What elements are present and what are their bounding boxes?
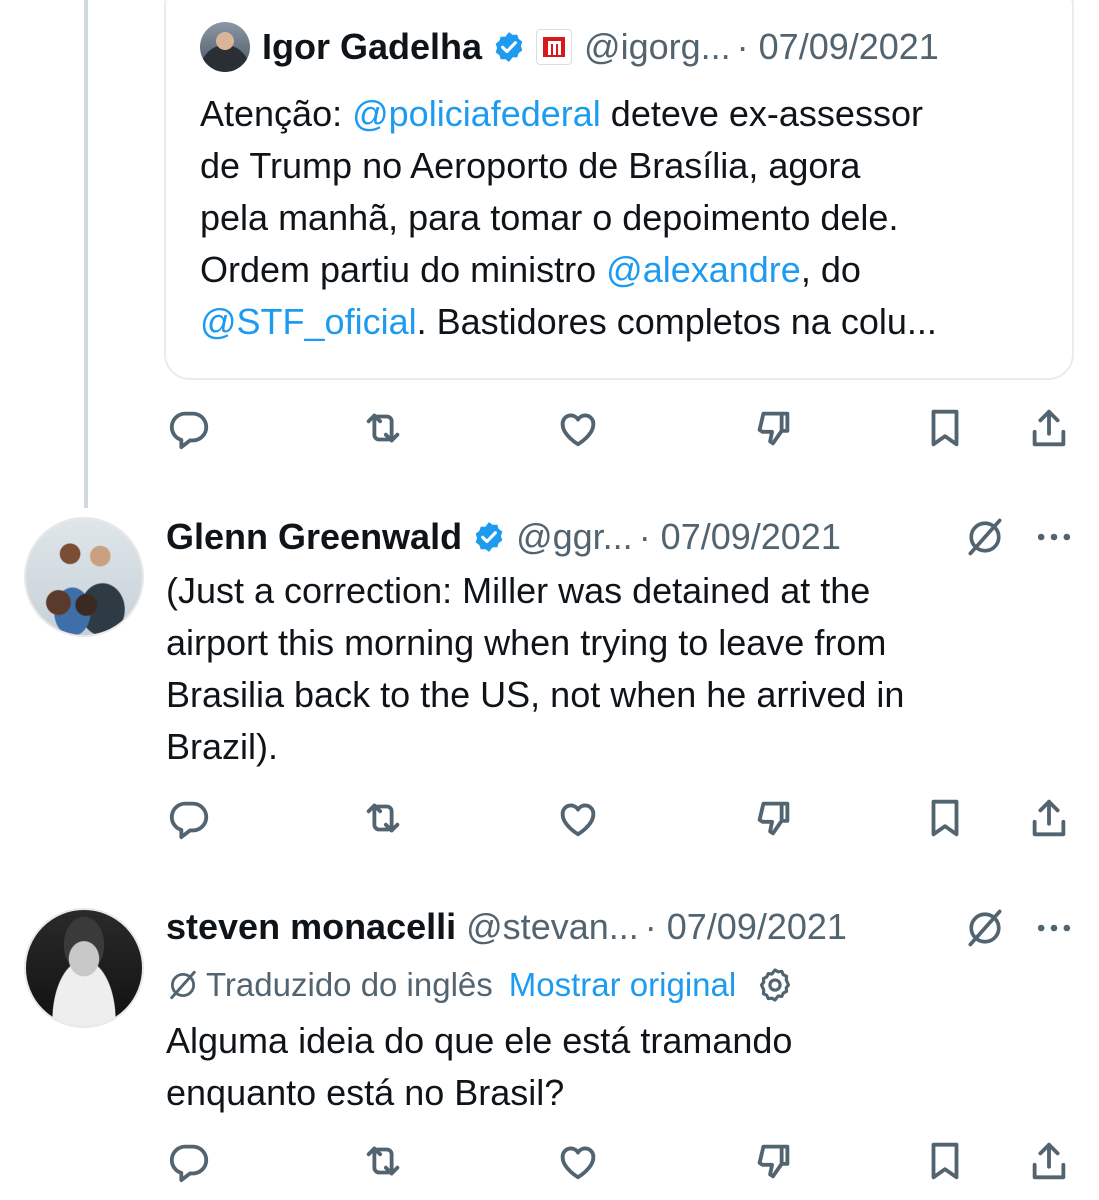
dislike-button[interactable] (750, 405, 796, 451)
share-icon (1032, 799, 1066, 837)
tweet-text-segment: de Trump no Aeroporto de Brasília, agora (200, 145, 861, 186)
retweet-button[interactable] (360, 1138, 406, 1184)
retweet-icon (366, 803, 400, 833)
retweet-button[interactable] (360, 405, 406, 451)
share-icon (1032, 409, 1066, 447)
tweet-text-line: (Just a correction: Miller was detained … (166, 570, 871, 611)
quoted-author-handle[interactable]: @igorg... (584, 26, 731, 68)
reply-icon (169, 1144, 209, 1183)
verified-badge-icon (495, 32, 523, 62)
tweet-text-segment: Ordem partiu do ministro (200, 249, 607, 290)
translation-bar: Traduzido do inglês Mostrar original (166, 960, 794, 1010)
reply-icon (169, 801, 209, 840)
quoted-tweet-header: Igor Gadelha @igorg... · 07/09/2021 (200, 22, 939, 72)
bookmark-button[interactable] (922, 405, 968, 451)
reply-button[interactable] (166, 1138, 212, 1184)
gear-icon[interactable] (756, 966, 794, 1004)
author-handle[interactable]: @ggr... (516, 516, 633, 558)
tweet-text-line: Brasilia back to the US, not when he arr… (166, 674, 905, 715)
mention-link[interactable]: @STF_oficial (200, 301, 417, 342)
like-icon (560, 1146, 596, 1180)
quoted-tweet-line: Ordem partiu do ministro @alexandre, do (200, 244, 1060, 296)
quoted-author-name[interactable]: Igor Gadelha (262, 26, 482, 68)
share-button[interactable] (1026, 405, 1072, 451)
tweet-text: Alguma ideia do que ele está tramando en… (166, 1015, 1046, 1119)
share-icon (1032, 1142, 1066, 1180)
tweet-header: steven monacelli @stevan... · 07/09/2021 (166, 902, 847, 952)
tweet-text-segment: deteve ex-assessor (600, 93, 923, 134)
retweet-icon (366, 1146, 400, 1176)
author-name[interactable]: steven monacelli (166, 906, 456, 948)
author-name[interactable]: Glenn Greenwald (166, 516, 462, 558)
quoted-tweet-line: @STF_oficial. Bastidores completos na co… (200, 296, 1060, 348)
quoted-tweet-line: pela manhã, para tomar o depoimento dele… (200, 192, 1060, 244)
tweet-date[interactable]: · 07/09/2021 (639, 516, 841, 558)
author-handle[interactable]: @stevan... (466, 906, 639, 948)
quoted-tweet-line: Atenção: @policiafederal deteve ex-asses… (200, 88, 1060, 140)
tweet-date[interactable]: · 07/09/2021 (645, 906, 847, 948)
verified-badge-icon (475, 522, 503, 552)
tweet-actions (0, 1138, 1099, 1188)
quoted-tweet-date[interactable]: · 07/09/2021 (737, 26, 939, 68)
reply-icon (169, 411, 209, 450)
share-button[interactable] (1026, 795, 1072, 841)
like-button[interactable] (555, 1138, 601, 1184)
reply-button[interactable] (166, 795, 212, 841)
mention-link[interactable]: @alexandre (606, 249, 801, 290)
quoted-tweet-text: Atenção: @policiafederal deteve ex-asses… (200, 88, 1060, 348)
bookmark-icon (931, 1142, 959, 1180)
tweet-text: (Just a correction: Miller was detained … (166, 565, 1046, 773)
retweet-icon (366, 413, 400, 443)
thread-view: Igor Gadelha @igorg... · 07/09/2021 Aten… (0, 0, 1099, 1200)
bookmark-icon (931, 409, 959, 447)
translation-label: Traduzido do inglês (206, 966, 493, 1003)
like-button[interactable] (555, 405, 601, 451)
tweet-header: Glenn Greenwald @ggr... · 07/09/2021 (166, 512, 841, 562)
tweet-text-segment: . Bastidores completos na colu... (416, 301, 937, 342)
tweet-text-line: Alguma ideia do que ele está tramando (166, 1020, 793, 1061)
like-button[interactable] (555, 795, 601, 841)
show-original-link[interactable]: Mostrar original (509, 966, 736, 1004)
quoted-tweet-actions (0, 405, 1099, 455)
dislike-icon (757, 801, 790, 836)
tweet-text-line: enquanto está no Brasil? (166, 1072, 565, 1113)
dislike-button[interactable] (750, 795, 796, 841)
tweet-actions (0, 795, 1099, 845)
more-icon[interactable] (1032, 906, 1076, 950)
retweet-button[interactable] (360, 795, 406, 841)
tweet-text-line: airport this morning when trying to leav… (166, 622, 887, 663)
mention-link[interactable]: @policiafederal (352, 93, 601, 134)
tweet-text-segment: , do (800, 249, 861, 290)
quoted-author-avatar[interactable] (200, 22, 250, 72)
reply-button[interactable] (166, 405, 212, 451)
bookmark-button[interactable] (922, 795, 968, 841)
quoted-tweet-line: de Trump no Aeroporto de Brasília, agora (200, 140, 1060, 192)
tweet-text-segment: Atenção: (200, 93, 353, 134)
like-icon (560, 803, 596, 837)
dislike-button[interactable] (750, 1138, 796, 1184)
dislike-icon (757, 411, 790, 446)
share-button[interactable] (1026, 1138, 1072, 1184)
grok-icon (170, 970, 196, 1000)
org-badge-icon (536, 29, 573, 65)
like-icon (560, 413, 596, 447)
bookmark-icon (931, 799, 959, 837)
more-icon[interactable] (1032, 515, 1076, 559)
grok-icon[interactable] (963, 515, 1007, 559)
grok-icon[interactable] (963, 906, 1007, 950)
avatar[interactable] (24, 517, 144, 637)
avatar[interactable] (24, 908, 144, 1028)
tweet-text-line: Brazil). (166, 726, 279, 767)
bookmark-button[interactable] (922, 1138, 968, 1184)
tweet-text-segment: pela manhã, para tomar o depoimento dele… (200, 197, 899, 238)
dislike-icon (757, 1144, 790, 1179)
